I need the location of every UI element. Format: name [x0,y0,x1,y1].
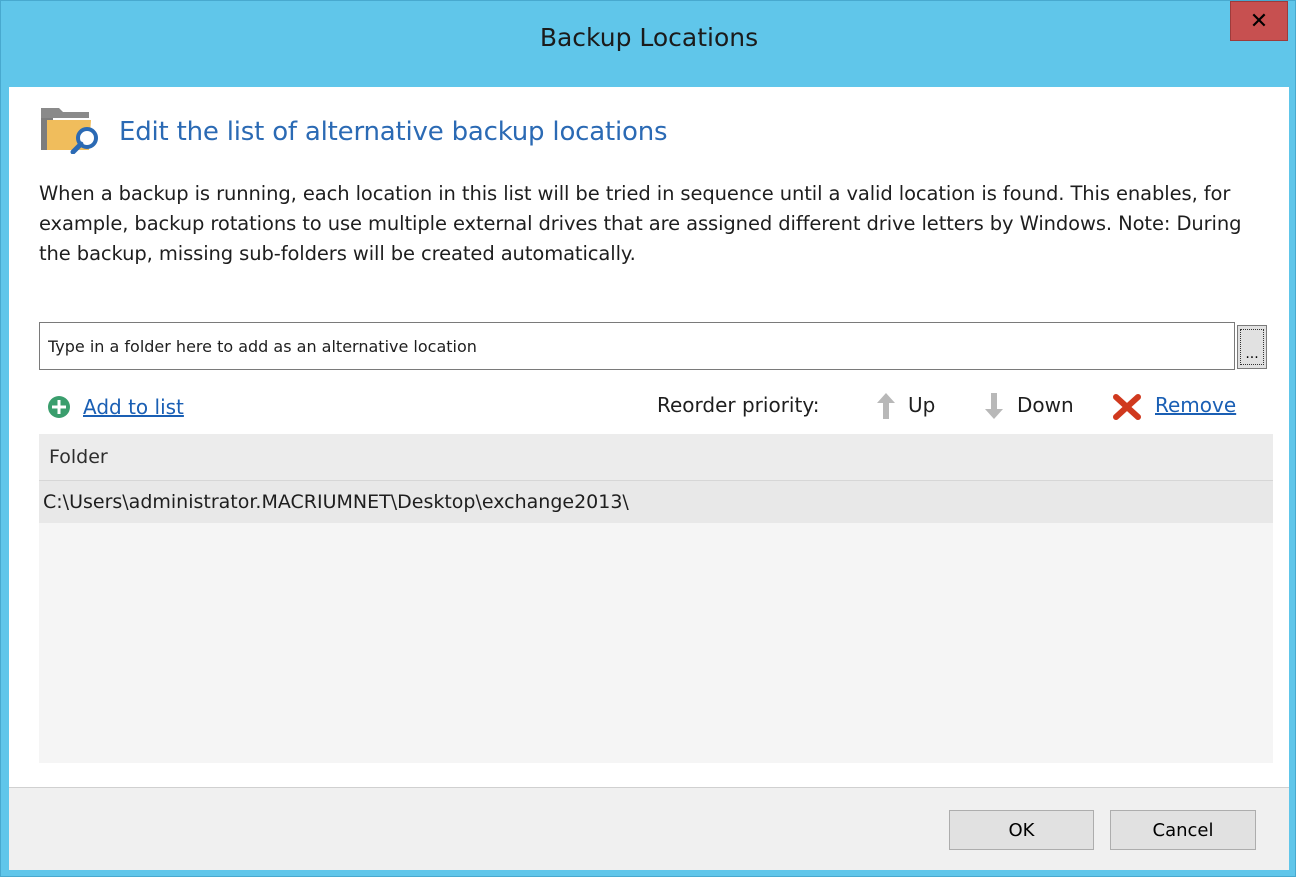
dialog-body: Edit the list of alternative backup loca… [9,87,1289,870]
ok-button[interactable]: OK [949,810,1094,850]
reorder-priority-label: Reorder priority: [657,393,820,417]
plus-circle-icon[interactable] [47,395,71,419]
backup-locations-dialog: Backup Locations ✕ Edit the list of alte… [0,0,1296,877]
close-button[interactable]: ✕ [1230,1,1288,41]
up-button[interactable]: Up [908,393,935,417]
down-button[interactable]: Down [1017,393,1074,417]
list-item[interactable]: C:\Users\administrator.MACRIUMNET\Deskto… [39,481,1273,523]
close-icon: ✕ [1249,8,1269,34]
folder-search-icon [41,108,98,154]
arrow-down-icon[interactable] [984,391,1004,421]
arrow-up-icon[interactable] [876,391,896,421]
add-to-list-link[interactable]: Add to list [83,395,184,419]
folder-input[interactable] [39,322,1235,370]
cancel-button[interactable]: Cancel [1110,810,1256,850]
title-bar[interactable]: Backup Locations ✕ [1,1,1296,86]
folder-list[interactable]: Folder C:\Users\administrator.MACRIUMNET… [39,434,1273,763]
remove-link[interactable]: Remove [1155,393,1236,417]
page-heading: Edit the list of alternative backup loca… [119,117,668,147]
column-header-folder[interactable]: Folder [39,434,1273,481]
browse-button[interactable]: ... [1237,325,1267,369]
description-text: When a backup is running, each location … [39,182,1242,265]
list-toolbar: Add to list Reorder priority: Up Down Re… [9,387,1289,427]
x-icon[interactable] [1113,394,1141,420]
dialog-footer: OK Cancel [9,787,1289,870]
window-title: Backup Locations [539,23,759,52]
browse-focus-rect [1240,329,1264,365]
